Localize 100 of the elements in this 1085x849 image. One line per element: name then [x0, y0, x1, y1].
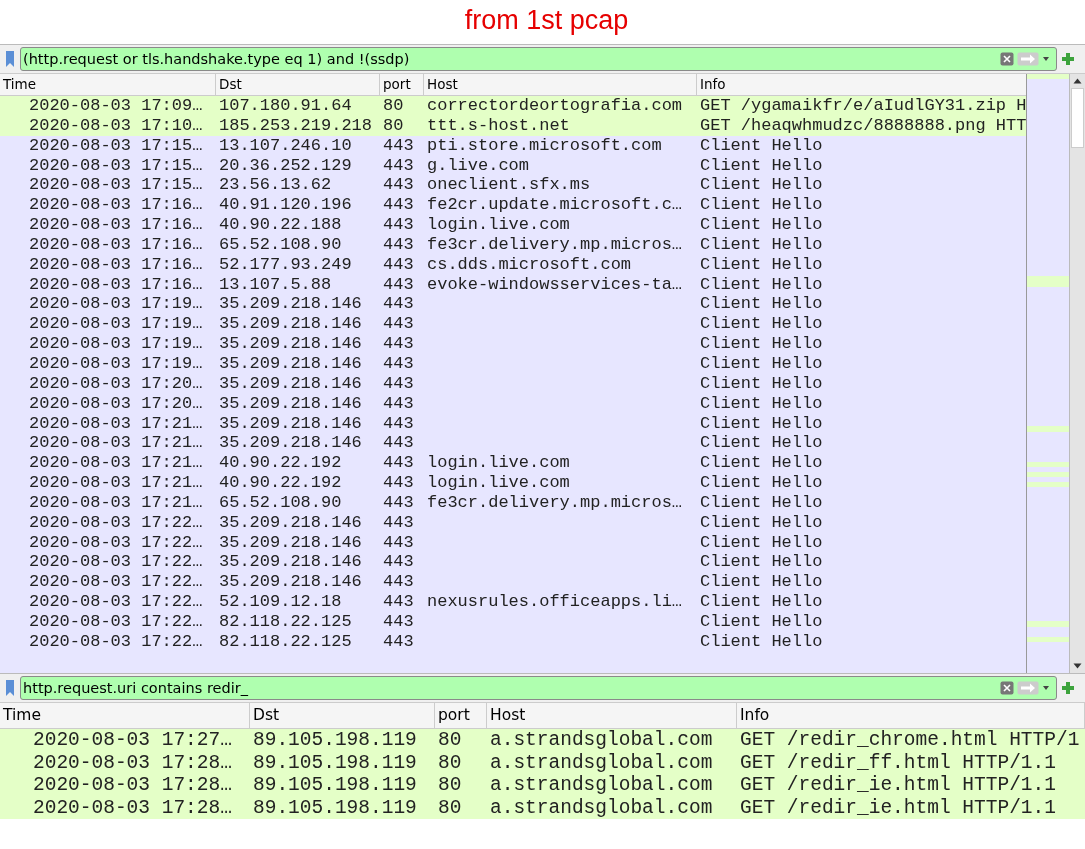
table-cell-text: Client Hello: [699, 254, 824, 275]
table-cell-text: cs.dds.microsoft.com: [426, 254, 633, 275]
dropdown-caret-icon[interactable]: [1042, 685, 1050, 691]
table-cell-text: 40.91.120.196: [218, 195, 353, 216]
table-cell-text: 2020-08-03 17:20…: [28, 393, 204, 414]
filter-field[interactable]: (http.request or tls.handshake.type eq 1) and !(ssdp): [20, 47, 1057, 71]
clear-icon[interactable]: [1000, 52, 1014, 66]
table-cell-text: Client Hello: [699, 552, 824, 573]
table-cell-text: 443: [382, 314, 415, 335]
column-header[interactable]: Time: [0, 703, 250, 728]
table-cell-text: 443: [382, 294, 415, 315]
table-cell-text: 2020-08-03 17:21…: [28, 492, 204, 513]
plus-icon[interactable]: [1061, 681, 1075, 695]
packet-row[interactable]: 2020-08-03 17:28… 89.105.198.119 80 a.strandsglobal.com GET /redir_ie.html HTTP/1.1: [0, 796, 1085, 820]
table-cell-text: Client Hello: [699, 572, 824, 593]
column-header[interactable]: port: [380, 74, 424, 95]
table-cell-text: 35.209.218.146: [218, 433, 363, 454]
table-cell-text: 89.105.198.119: [252, 751, 418, 775]
table-cell-text: 2020-08-03 17:22…: [28, 611, 204, 632]
table-cell-text: 13.107.5.88: [218, 274, 333, 295]
table-cell-text: 65.52.108.90: [218, 492, 343, 513]
scroll-down-icon[interactable]: [1073, 663, 1082, 669]
table-cell-text: 443: [382, 532, 415, 553]
table-cell-text: Client Hello: [699, 274, 824, 295]
table-cell-text: 185.253.219.218: [218, 115, 374, 136]
table-cell-text: 35.209.218.146: [218, 413, 363, 434]
table-cell-text: 443: [382, 195, 415, 216]
table-cell-text: 443: [382, 413, 415, 434]
table-cell-text: Client Hello: [699, 215, 824, 235]
table-cell-text: a.strandsglobal.com: [489, 796, 714, 820]
table-cell-text: 2020-08-03 17:19…: [28, 334, 204, 354]
table-cell-text: 2020-08-03 17:16…: [28, 215, 204, 235]
table-cell-text: 443: [382, 334, 415, 354]
scrollbar-thumb[interactable]: [1071, 88, 1084, 148]
packet-row[interactable]: 2020-08-03 17:09… 107.180.91.64 80 correctordeortografia.com GET /ygamaikfr/e/aIudlGY31.zip H: [0, 96, 1026, 116]
table-cell-text: GET /redir_ie.html HTTP/1.1: [739, 796, 1057, 820]
bookmark-icon[interactable]: [4, 50, 16, 68]
table-cell-text: 443: [382, 453, 415, 474]
table-cell-text: GET /ygamaikfr/e/aIudlGY31.zip H: [699, 96, 1026, 116]
packet-row[interactable]: 2020-08-03 17:27… 89.105.198.119 80 a.strandsglobal.com GET /redir_chrome.html HTTP/1: [0, 729, 1085, 752]
table-cell-text: Client Hello: [699, 611, 824, 632]
column-header[interactable]: Info: [737, 703, 1085, 728]
table-cell-text: Client Hello: [699, 413, 824, 434]
table-cell-text: Client Hello: [699, 155, 824, 176]
table-cell-text: 80: [437, 774, 463, 797]
table-cell-text: 443: [382, 353, 415, 374]
table-cell-text: 23.56.13.62: [218, 175, 333, 196]
table-cell-text: 107.180.91.64: [218, 96, 353, 116]
scroll-up-icon[interactable]: [1073, 78, 1082, 84]
table-cell-text: 80: [382, 115, 405, 136]
filter-field[interactable]: http.request.uri contains redir_: [20, 676, 1057, 700]
table-cell-text: 40.90.22.192: [218, 453, 343, 474]
packet-row[interactable]: 2020-08-03 17:28… 89.105.198.119 80 a.strandsglobal.com GET /redir_ie.html HTTP/1.1: [0, 774, 1085, 797]
table-cell-text: fe3cr.delivery.mp.micros…: [426, 234, 684, 255]
dropdown-caret-icon[interactable]: [1042, 56, 1050, 62]
table-cell-text: 2020-08-03 17:28…: [32, 796, 233, 820]
table-cell-text: 2020-08-03 17:21…: [28, 433, 204, 454]
table-cell-text: 2020-08-03 17:28…: [32, 774, 233, 797]
table-cell-text: nexusrules.officeapps.li…: [426, 592, 684, 612]
table-cell-text: Client Hello: [699, 532, 824, 553]
column-header[interactable]: port: [435, 703, 487, 728]
table-cell-text: 35.209.218.146: [218, 393, 363, 414]
table-cell-text: 35.209.218.146: [218, 552, 363, 573]
column-header[interactable]: Dst: [250, 703, 435, 728]
table-cell-text: Client Hello: [699, 512, 824, 533]
table-cell-text: 2020-08-03 17:19…: [28, 314, 204, 335]
column-header[interactable]: Dst: [216, 74, 380, 95]
table-cell-text: 89.105.198.119: [252, 774, 418, 797]
table-cell-text: login.live.com: [426, 215, 571, 235]
column-header[interactable]: Host: [424, 74, 697, 95]
table-cell-text: GET /redir_chrome.html HTTP/1: [739, 729, 1081, 752]
table-cell-text: 443: [382, 631, 415, 652]
table-cell-text: Client Hello: [699, 473, 824, 493]
packet-row[interactable]: 2020-08-03 17:10… 185.253.219.218 80 ttt.s-host.net GET /heaqwhmudzc/8888888.png HTT: [0, 115, 1026, 136]
column-header[interactable]: Host: [487, 703, 737, 728]
table-cell-text: a.strandsglobal.com: [489, 774, 714, 797]
table-cell-text: Client Hello: [699, 334, 824, 354]
bookmark-icon[interactable]: [4, 679, 16, 697]
table-cell-text: oneclient.sfx.ms: [426, 175, 592, 196]
table-cell-text: 52.177.93.249: [218, 254, 353, 275]
table-cell-text: 52.109.12.18: [218, 592, 343, 612]
table-cell-text: 2020-08-03 17:16…: [28, 195, 204, 216]
table-cell-text: evoke-windowsservices-ta…: [426, 274, 684, 295]
table-cell-text: 89.105.198.119: [252, 729, 418, 752]
table-cell-text: 2020-08-03 17:19…: [28, 353, 204, 374]
table-cell-text: Client Hello: [699, 393, 824, 414]
table-cell-text: Client Hello: [699, 492, 824, 513]
packet-row[interactable]: 2020-08-03 17:28… 89.105.198.119 80 a.strandsglobal.com GET /redir_ff.html HTTP/1.1: [0, 751, 1085, 775]
vertical-scrollbar[interactable]: [1069, 74, 1085, 673]
table-cell-text: Client Hello: [699, 195, 824, 216]
table-cell-text: 2020-08-03 17:15…: [28, 175, 204, 196]
table-cell-text: 2020-08-03 17:20…: [28, 373, 204, 394]
column-header[interactable]: Time: [0, 74, 216, 95]
table-cell-text: 89.105.198.119: [252, 796, 418, 820]
table-cell-text: 2020-08-03 17:22…: [28, 592, 204, 612]
table-cell-text: 2020-08-03 17:10…: [28, 115, 204, 136]
table-cell-text: 35.209.218.146: [218, 373, 363, 394]
plus-icon[interactable]: [1061, 52, 1075, 66]
table-cell-text: 443: [382, 215, 415, 235]
clear-icon[interactable]: [1000, 681, 1014, 695]
